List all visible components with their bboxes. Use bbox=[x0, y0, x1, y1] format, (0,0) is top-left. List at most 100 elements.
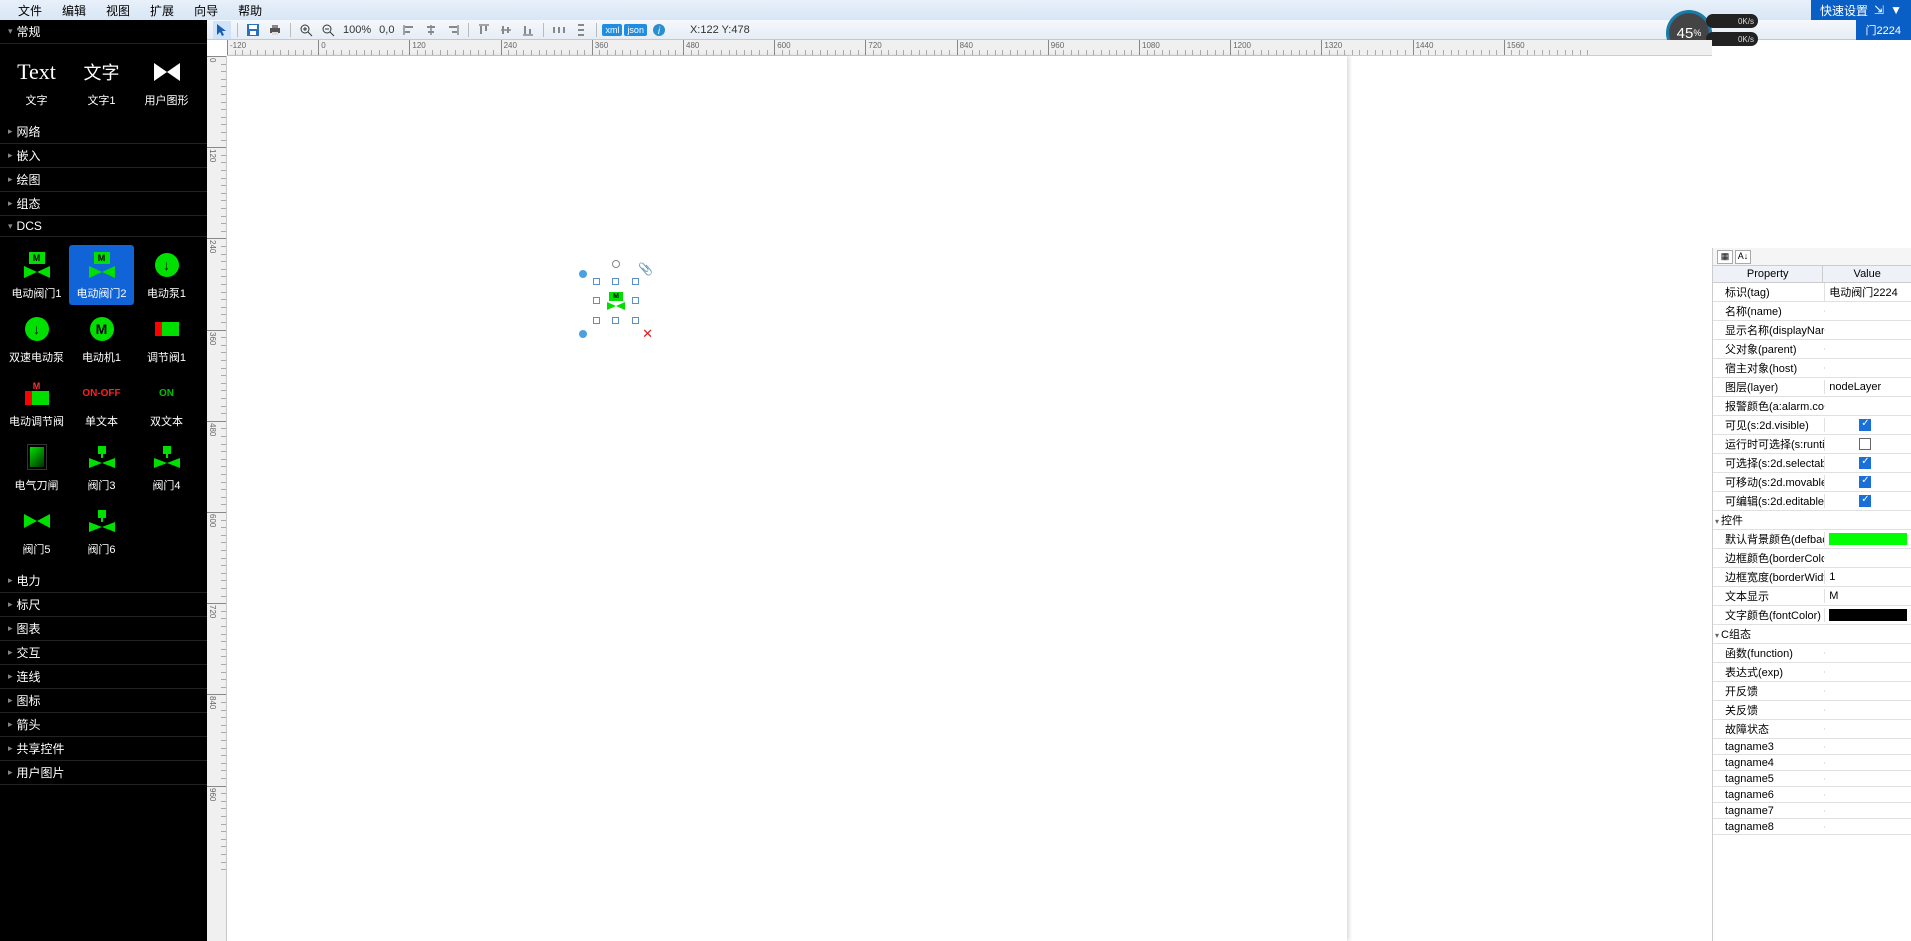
info-button[interactable]: i bbox=[650, 21, 668, 39]
property-value[interactable] bbox=[1824, 348, 1911, 350]
palette-item-调节阀1[interactable]: 调节阀1 bbox=[134, 309, 199, 369]
property-value[interactable] bbox=[1824, 746, 1911, 748]
property-row[interactable]: 故障状态 bbox=[1713, 720, 1911, 739]
checkbox[interactable] bbox=[1859, 476, 1871, 488]
delete-icon[interactable]: ✕ bbox=[642, 326, 653, 342]
property-row[interactable]: 可见(s:2d.visible) bbox=[1713, 416, 1911, 435]
align-left-button[interactable] bbox=[400, 21, 418, 39]
property-value[interactable] bbox=[1824, 778, 1911, 780]
prop-category-view-button[interactable]: ▦ bbox=[1717, 250, 1733, 264]
attachment-icon[interactable]: 📎 bbox=[638, 262, 653, 276]
align-right-button[interactable] bbox=[444, 21, 462, 39]
quick-settings-button[interactable]: 快速设置 ⇲ ▼ bbox=[1811, 0, 1911, 20]
menu-view[interactable]: 视图 bbox=[96, 2, 140, 19]
zoom-in-button[interactable] bbox=[297, 21, 315, 39]
property-row[interactable]: 边框颜色(borderColor) bbox=[1713, 549, 1911, 568]
property-row[interactable]: tagname3 bbox=[1713, 739, 1911, 755]
align-bottom-button[interactable] bbox=[519, 21, 537, 39]
palette-item-text[interactable]: Text 文字 bbox=[4, 52, 69, 112]
property-value[interactable] bbox=[1824, 532, 1911, 546]
property-row[interactable]: tagname6 bbox=[1713, 787, 1911, 803]
document-tab[interactable]: 门2224 bbox=[1856, 20, 1911, 40]
palette-item-双文本[interactable]: ON双文本 bbox=[134, 373, 199, 433]
property-row[interactable]: 可选择(s:2d.selectable bbox=[1713, 454, 1911, 473]
property-value[interactable] bbox=[1824, 826, 1911, 828]
property-row[interactable]: tagname4 bbox=[1713, 755, 1911, 771]
property-row[interactable]: 可移动(s:2d.movable) bbox=[1713, 473, 1911, 492]
color-swatch[interactable] bbox=[1829, 609, 1907, 621]
prop-alpha-sort-button[interactable]: A↓ bbox=[1735, 250, 1751, 264]
checkbox[interactable] bbox=[1859, 419, 1871, 431]
property-value[interactable] bbox=[1824, 690, 1911, 692]
palette-item-双速电动泵[interactable]: ↓双速电动泵 bbox=[4, 309, 69, 369]
zoom-out-button[interactable] bbox=[319, 21, 337, 39]
property-row[interactable]: 关反馈 bbox=[1713, 701, 1911, 720]
align-top-button[interactable] bbox=[475, 21, 493, 39]
property-group-czutai[interactable]: C组态 bbox=[1713, 625, 1911, 644]
menu-file[interactable]: 文件 bbox=[8, 2, 52, 19]
property-row[interactable]: tagname7 bbox=[1713, 803, 1911, 819]
link-handle-bl[interactable] bbox=[579, 330, 587, 338]
checkbox[interactable] bbox=[1859, 438, 1871, 450]
property-value[interactable] bbox=[1824, 810, 1911, 812]
checkbox[interactable] bbox=[1859, 495, 1871, 507]
palette-item-单文本[interactable]: ON-OFF单文本 bbox=[69, 373, 134, 433]
palette-item-text1[interactable]: 文字 文字1 bbox=[69, 52, 134, 112]
property-value[interactable]: nodeLayer bbox=[1824, 380, 1911, 394]
category-ruler[interactable]: 标尺 bbox=[0, 593, 207, 617]
property-value[interactable] bbox=[1824, 475, 1911, 489]
property-value[interactable] bbox=[1824, 794, 1911, 796]
palette-item-阀门4[interactable]: 阀门4 bbox=[134, 437, 199, 497]
category-chart[interactable]: 图表 bbox=[0, 617, 207, 641]
property-row[interactable]: 显示名称(displayName bbox=[1713, 321, 1911, 340]
property-group-control[interactable]: 控件 bbox=[1713, 511, 1911, 530]
category-draw[interactable]: 绘图 bbox=[0, 168, 207, 192]
distribute-v-button[interactable] bbox=[572, 21, 590, 39]
property-row[interactable]: 报警颜色(a:alarm.colo bbox=[1713, 397, 1911, 416]
palette-item-usershape[interactable]: 用户图形 bbox=[134, 52, 199, 112]
palette-item-电动泵1[interactable]: ↓电动泵1 bbox=[134, 245, 199, 305]
menu-help[interactable]: 帮助 bbox=[228, 2, 272, 19]
resize-handle-e[interactable] bbox=[632, 297, 639, 304]
pointer-tool-button[interactable] bbox=[213, 21, 231, 39]
palette-item-电动阀门2[interactable]: M电动阀门2 bbox=[69, 245, 134, 305]
property-row[interactable]: 父对象(parent) bbox=[1713, 340, 1911, 359]
property-value[interactable] bbox=[1824, 494, 1911, 508]
property-value[interactable] bbox=[1824, 671, 1911, 673]
menu-wizard[interactable]: 向导 bbox=[184, 2, 228, 19]
property-value[interactable] bbox=[1824, 367, 1911, 369]
property-row[interactable]: 名称(name) bbox=[1713, 302, 1911, 321]
category-compose[interactable]: 组态 bbox=[0, 192, 207, 216]
palette-item-阀门6[interactable]: 阀门6 bbox=[69, 501, 134, 561]
palette-item-电气刀闸[interactable]: 电气刀闸 bbox=[4, 437, 69, 497]
property-value[interactable] bbox=[1824, 437, 1911, 451]
property-value[interactable] bbox=[1824, 310, 1911, 312]
property-value[interactable]: M bbox=[1824, 589, 1911, 603]
palette-item-电动机1[interactable]: M电动机1 bbox=[69, 309, 134, 369]
property-row[interactable]: 默认背景颜色(defback bbox=[1713, 530, 1911, 549]
property-row[interactable]: 表达式(exp) bbox=[1713, 663, 1911, 682]
resize-handle-se[interactable] bbox=[632, 317, 639, 324]
property-value[interactable] bbox=[1824, 557, 1911, 559]
palette-item-阀门5[interactable]: 阀门5 bbox=[4, 501, 69, 561]
category-shared[interactable]: 共享控件 bbox=[0, 737, 207, 761]
canvas[interactable]: 📎 ✕ M bbox=[227, 56, 1712, 941]
offset-display[interactable]: 0,0 bbox=[379, 24, 394, 36]
property-value[interactable]: 1 bbox=[1824, 570, 1911, 584]
property-value[interactable] bbox=[1824, 608, 1911, 622]
category-icon[interactable]: 图标 bbox=[0, 689, 207, 713]
palette-item-阀门3[interactable]: 阀门3 bbox=[69, 437, 134, 497]
property-value[interactable] bbox=[1824, 329, 1911, 331]
property-row[interactable]: tagname8 bbox=[1713, 819, 1911, 835]
menu-edit[interactable]: 编辑 bbox=[52, 2, 96, 19]
property-value[interactable] bbox=[1824, 652, 1911, 654]
category-dcs[interactable]: DCS bbox=[0, 216, 207, 237]
category-arrow[interactable]: 箭头 bbox=[0, 713, 207, 737]
property-value[interactable]: 电动阀门2224 bbox=[1824, 283, 1911, 301]
property-row[interactable]: 宿主对象(host) bbox=[1713, 359, 1911, 378]
category-userimg[interactable]: 用户图片 bbox=[0, 761, 207, 785]
menu-extend[interactable]: 扩展 bbox=[140, 2, 184, 19]
resize-handle-n[interactable] bbox=[612, 278, 619, 285]
category-interact[interactable]: 交互 bbox=[0, 641, 207, 665]
property-value[interactable] bbox=[1824, 709, 1911, 711]
